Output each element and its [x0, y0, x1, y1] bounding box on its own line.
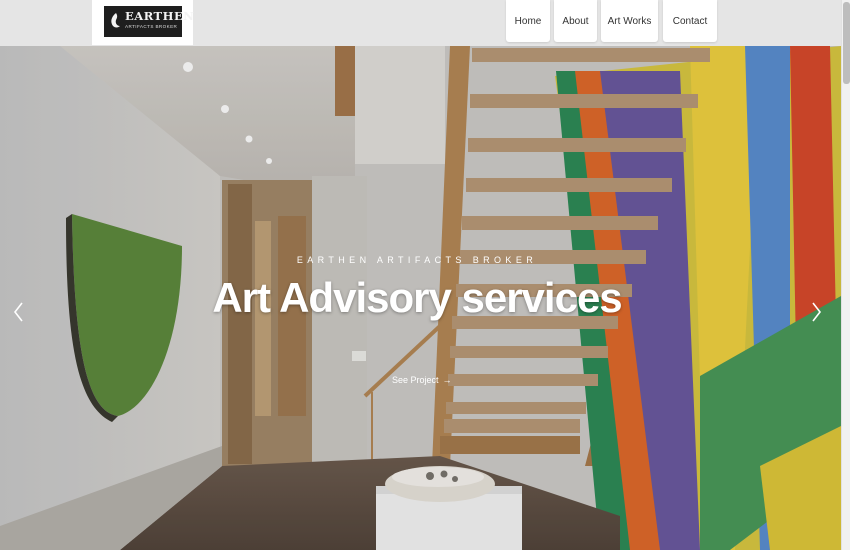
chevron-left-icon[interactable]: [9, 298, 29, 326]
nav-contact[interactable]: Contact: [663, 0, 717, 42]
nav-art-works[interactable]: Art Works: [601, 0, 658, 42]
logo-link[interactable]: EARTHEN ARTIFACTS BROKER: [92, 0, 194, 45]
site-header: EARTHEN ARTIFACTS BROKER Home About Art …: [0, 0, 841, 47]
nav-about[interactable]: About: [554, 0, 597, 42]
logo-mark-icon: [111, 13, 121, 28]
page-scrollbar[interactable]: [841, 0, 850, 550]
hero-slider: EARTHEN ARTIFACTS BROKER Art Advisory se…: [0, 46, 841, 550]
nav-home[interactable]: Home: [506, 0, 550, 42]
chevron-right-icon[interactable]: [806, 298, 826, 326]
arrow-right-icon: →: [442, 375, 452, 385]
scrollbar-thumb[interactable]: [843, 2, 850, 84]
see-project-link[interactable]: See Project →: [392, 375, 452, 385]
logo-title: EARTHEN: [125, 9, 195, 23]
logo-subtitle: ARTIFACTS BROKER: [125, 24, 178, 29]
see-project-label: See Project: [392, 375, 439, 385]
hero-kicker: EARTHEN ARTIFACTS BROKER: [296, 255, 538, 265]
logo: EARTHEN ARTIFACTS BROKER: [104, 6, 194, 37]
hero-title: Art Advisory services: [212, 274, 622, 321]
